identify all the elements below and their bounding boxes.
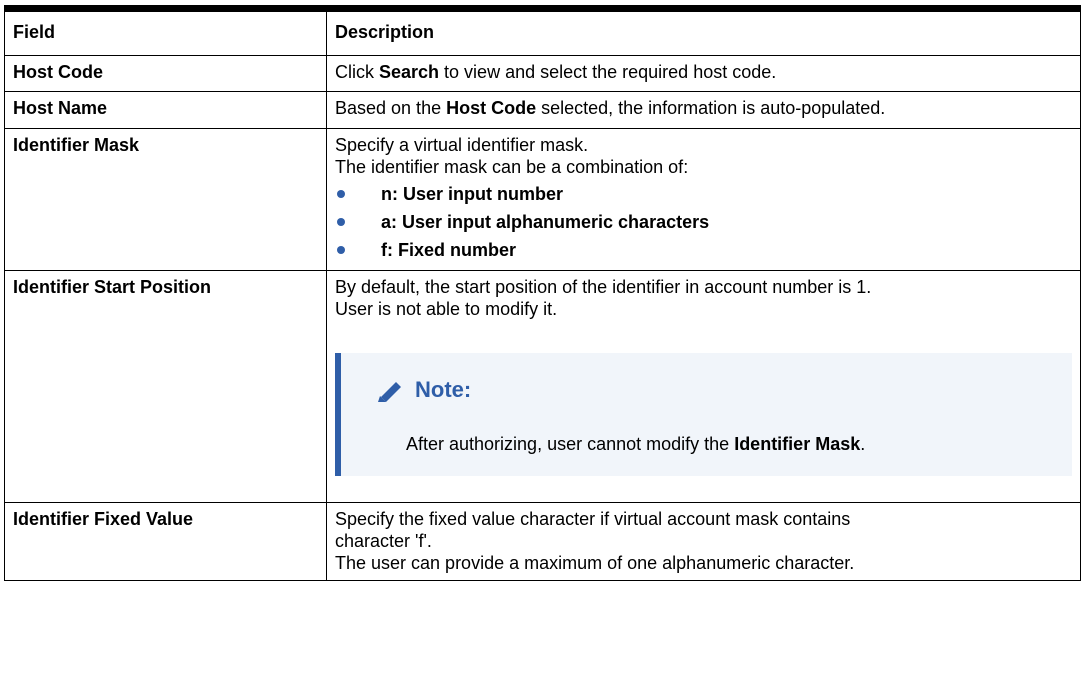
desc-text: Click: [335, 62, 379, 82]
note-text: After authorizing, user cannot modify th…: [406, 434, 735, 454]
field-name-cell: Identifier Mask: [4, 128, 327, 271]
desc-line: The identifier mask can be a combination…: [335, 157, 689, 177]
header-field: Field: [4, 8, 327, 56]
desc-line: Specify the fixed value character if vir…: [335, 509, 851, 529]
mask-list: n: User input number a: User input alpha…: [335, 180, 1072, 264]
table-row: Identifier Start Position By default, th…: [4, 270, 1081, 503]
list-item: a: User input alphanumeric characters: [335, 208, 1072, 236]
list-item: n: User input number: [335, 180, 1072, 208]
field-name-cell: Identifier Start Position: [4, 270, 327, 503]
note-bold: Identifier Mask: [734, 434, 861, 454]
table-row: Identifier Mask Specify a virtual identi…: [4, 128, 1081, 271]
desc-text: to view and select the required host cod…: [439, 62, 777, 82]
note-callout: Note: After authorizing, user cannot mod…: [335, 353, 1072, 476]
description-cell: Specify a virtual identifier mask. The i…: [326, 128, 1081, 271]
table-header-row: Field Description: [4, 8, 1081, 56]
note-text: .: [860, 434, 866, 454]
desc-line: character 'f'.: [335, 531, 432, 551]
bullet-icon: [337, 218, 345, 226]
note-body: After authorizing, user cannot modify th…: [406, 433, 865, 455]
note-title: Note:: [415, 377, 472, 402]
desc-line: The user can provide a maximum of one al…: [335, 553, 855, 573]
desc-line: User is not able to modify it.: [335, 299, 558, 319]
note-header: Note:: [375, 378, 471, 402]
table-row: Host Code Click Search to view and selec…: [4, 55, 1081, 92]
description-cell: Specify the fixed value character if vir…: [326, 502, 1081, 581]
field-name-cell: Host Name: [4, 91, 327, 129]
header-description: Description: [326, 8, 1081, 56]
desc-bold: Search: [379, 62, 440, 82]
description-cell: Click Search to view and select the requ…: [326, 55, 1081, 92]
list-item-text: n: User input number: [381, 184, 564, 204]
pencil-icon: [378, 382, 401, 402]
field-name-cell: Host Code: [4, 55, 327, 92]
description-cell: By default, the start position of the id…: [326, 270, 1081, 503]
table-row: Host Name Based on the Host Code selecte…: [4, 91, 1081, 129]
fields-table: Field Description Host Code Click Search…: [4, 5, 1081, 581]
list-item-text: f: Fixed number: [381, 240, 517, 260]
desc-bold: Host Code: [446, 98, 537, 118]
desc-line: Specify a virtual identifier mask.: [335, 135, 589, 155]
bullet-icon: [337, 246, 345, 254]
list-item: f: Fixed number: [335, 236, 1072, 264]
bullet-icon: [337, 190, 345, 198]
desc-line: By default, the start position of the id…: [335, 277, 872, 297]
field-name-cell: Identifier Fixed Value: [4, 502, 327, 581]
desc-text: Based on the: [335, 98, 447, 118]
list-item-text: a: User input alphanumeric characters: [381, 212, 710, 232]
description-cell: Based on the Host Code selected, the inf…: [326, 91, 1081, 129]
desc-text: selected, the information is auto-popula…: [536, 98, 886, 118]
table-row: Identifier Fixed Value Specify the fixed…: [4, 502, 1081, 581]
